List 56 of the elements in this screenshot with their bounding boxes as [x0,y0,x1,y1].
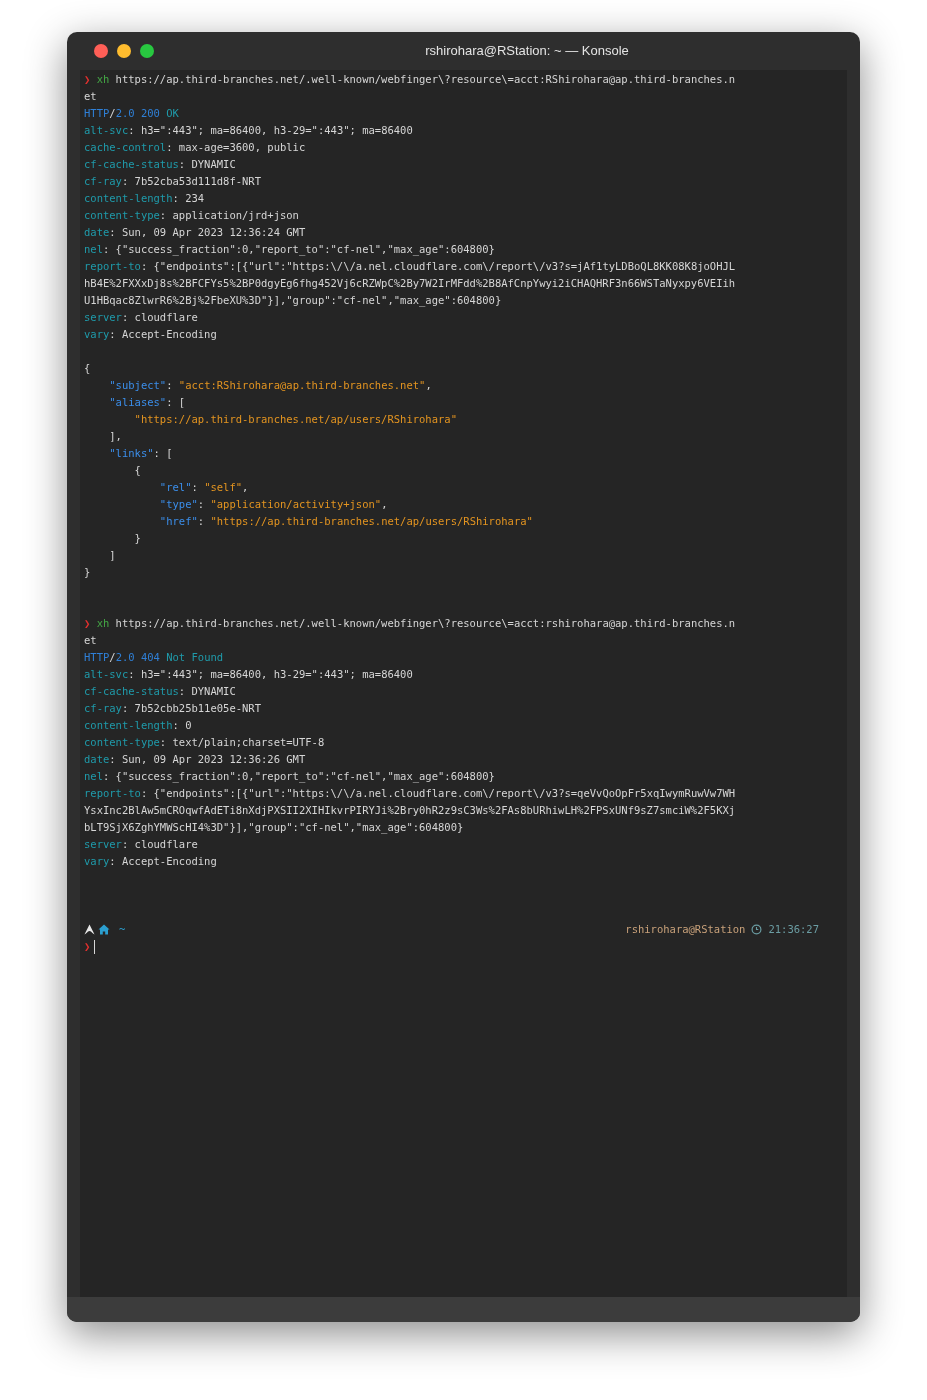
terminal-line: nel: {"success_fraction":0,"report_to":"cf-nel","max_age":604800} [84,769,495,785]
terminal-line: ❯ xh https://ap.third-branches.net/.well-known/webfinger\?resource\=acct:rshirohara@ap.third-branches.n [84,616,736,631]
clock-icon [751,924,763,935]
user-host-label: rshirohara@RStation [625,922,746,937]
directory-label: ~ [119,922,126,937]
terminal-line: content-length: 0 [84,718,192,733]
terminal-line: "subject": "acct:RShirohara@ap.third-branches.net", [108,378,432,393]
terminal-line: content-type: application/jrd+json [84,208,299,223]
terminal-line: "type": "application/activity+json", [158,497,388,512]
terminal-line: report-to: {"endpoints":[{"url":"https:\/\/a.nel.cloudflare.com\/report\/v3?s=jAf1tyLDBoQL8KK08K8joOHJL [84,259,736,274]
terminal-line: cf-cache-status: DYNAMIC [84,684,236,699]
close-button[interactable] [94,44,108,58]
terminal-line: } [133,531,141,546]
terminal-line: U1HBqac8ZlwrR6%2Bj%2FbeXU%3D"}],"group":"cf-nel","max_age":604800} [84,293,502,309]
terminal-line: } [84,565,91,580]
terminal-line: cf-ray: 7b52cba53d111d8f-NRT [84,174,261,189]
terminal-line: server: cloudflare [84,310,198,325]
terminal-line: hB4E%2FXXxDj8s%2BFCFYs5%2BP0dgyEg6fhg452Vj6cRZWpC%2By7W2IrMFdd%2B8AfCnpYwyi2iCHAQHRF3n66WSTaNyxpy6VEIih [84,276,736,291]
text-cursor [94,939,96,954]
terminal-line: { [133,463,141,478]
terminal-line: cache-control: max-age=3600, public [84,140,306,155]
terminal-line: vary: Accept-Encoding [84,327,217,342]
terminal-line: "href": "https://ap.third-branches.net/ap/users/RShirohara" [158,514,533,529]
terminal-line: date: Sun, 09 Apr 2023 12:36:26 GMT [84,752,306,767]
home-icon [98,924,110,935]
window-title: rshirohara@RStation: ~ — Konsole [424,42,629,61]
terminal-line: alt-svc: h3=":443"; ma=86400, h3-29=":443"; ma=86400 [84,667,413,682]
terminal-line: { [84,361,91,376]
terminal-line: ] [108,548,116,563]
terminal-line: HTTP/2.0 200 OK [84,106,179,121]
terminal-line: "aliases": [ [108,395,186,410]
terminal-line: bLT9SjX6ZghYMWScHI4%3D"}],"group":"cf-nel","max_age":604800} [84,820,464,836]
terminal-line: vary: Accept-Encoding [84,854,217,869]
terminal-line: ], [108,429,122,444]
terminal-line: YsxInc2BlAw5mCROqwfAdETi8nXdjPXSII2XIHIkvrPIRYJi%2Bry0hR2z9sC3Ws%2FAs8bURhiwLH%2FPSxUNf9sZ7smciW%2F5KXj [84,803,736,818]
terminal-line: "links": [ [108,446,173,461]
terminal-line: et [84,89,97,104]
terminal-line: content-length: 234 [84,191,205,206]
terminal-line: server: cloudflare [84,837,198,852]
prompt-symbol: ❯ [84,939,91,954]
terminal-line: report-to: {"endpoints":[{"url":"https:\/\/a.nel.cloudflare.com\/report\/v3?s=qeVvQoOpFr5xqIwymRuwVw7WH [84,786,736,801]
minimize-button[interactable] [117,44,131,58]
terminal-line: ❯ xh https://ap.third-branches.net/.well-known/webfinger\?resource\=acct:RShirohara@ap.third-branches.n [84,72,736,87]
terminal-line: cf-ray: 7b52cbb25b11e05e-NRT [84,701,261,716]
terminal-line: et [84,633,97,648]
terminal-line: nel: {"success_fraction":0,"report_to":"cf-nel","max_age":604800} [84,242,495,258]
clock-time: 21:36:27 [768,922,819,937]
terminal-line: "https://ap.third-branches.net/ap/users/RShirohara" [133,412,457,427]
maximize-button[interactable] [140,44,154,58]
terminal-line: date: Sun, 09 Apr 2023 12:36:24 GMT [84,225,306,240]
terminal-line: HTTP/2.0 404 Not Found [84,650,224,665]
terminal-line: "rel": "self", [158,480,249,495]
terminal-line: cf-cache-status: DYNAMIC [84,157,236,172]
arch-logo-icon [84,924,95,935]
terminal-line: alt-svc: h3=":443"; ma=86400, h3-29=":443"; ma=86400 [84,123,413,138]
terminal-line: content-type: text/plain;charset=UTF-8 [84,735,325,750]
